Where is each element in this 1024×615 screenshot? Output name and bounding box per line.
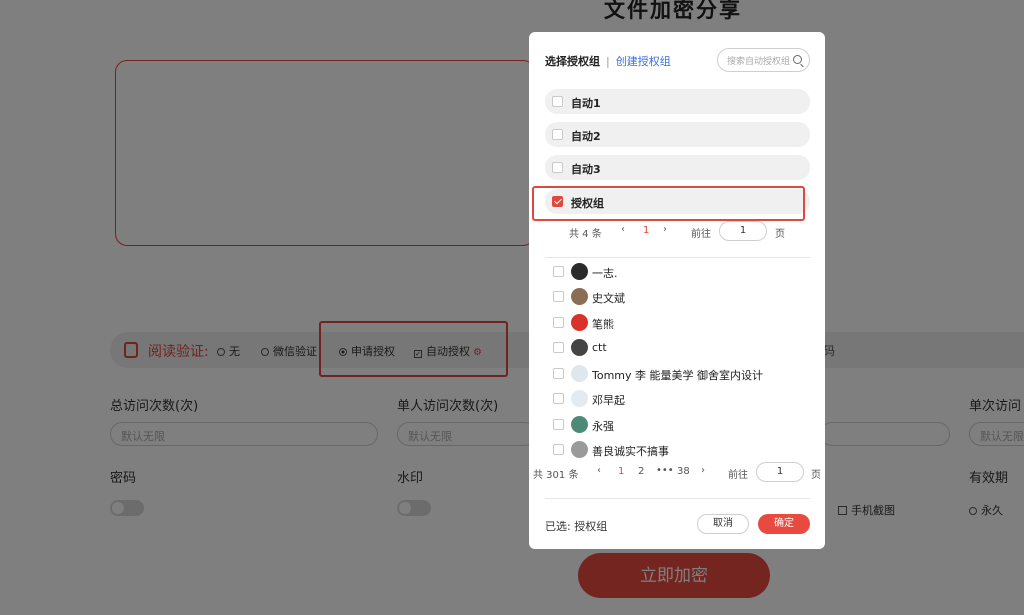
selected-summary: 已选: 授权组 — [545, 520, 608, 533]
user-pager-page-1[interactable]: 1 — [618, 466, 624, 477]
user-item[interactable]: 邓早起 — [553, 389, 813, 409]
confirm-button[interactable]: 确定 — [758, 514, 810, 534]
user-pager-ellipsis[interactable]: ••• — [656, 465, 674, 476]
user-pager-input[interactable]: 1 — [756, 462, 804, 482]
avatar — [571, 339, 588, 356]
avatar — [571, 288, 588, 305]
create-group-link[interactable]: 创建授权组 — [616, 55, 671, 68]
group-pager-next[interactable]: › — [663, 224, 667, 235]
user-pager-total: 共 301 条 — [533, 470, 579, 481]
group-pager-page[interactable]: 1 — [643, 225, 649, 236]
user-item[interactable]: 笔熊 — [553, 313, 813, 333]
group-item-auto3[interactable]: 自动3 — [545, 155, 810, 180]
avatar — [571, 365, 588, 382]
group-search-input[interactable]: 搜索自动授权组 — [717, 48, 810, 72]
divider — [545, 498, 810, 499]
checkbox-icon[interactable] — [553, 291, 564, 302]
user-name: 善良诚实不搞事 — [592, 445, 669, 458]
user-name: ctt — [592, 341, 607, 354]
group-pager-unit: 页 — [775, 229, 785, 240]
group-label: 自动3 — [571, 163, 601, 176]
checkbox-icon[interactable] — [553, 368, 564, 379]
user-name: 一志. — [592, 267, 618, 280]
search-icon[interactable] — [793, 55, 802, 64]
checkbox-icon[interactable] — [553, 444, 564, 455]
user-pager-next[interactable]: › — [701, 465, 705, 476]
user-item[interactable]: 永强 — [553, 415, 813, 435]
user-item[interactable]: 一志. — [553, 262, 813, 282]
divider — [545, 257, 810, 258]
group-pager-prev[interactable]: ‹ — [621, 224, 625, 235]
avatar — [571, 314, 588, 331]
user-item[interactable]: Tommy 李 能量美学 御舍室内设计 — [553, 364, 813, 384]
group-label: 自动1 — [571, 97, 601, 110]
modal-header: 选择授权组 | 创建授权组 — [545, 53, 671, 69]
checkbox-icon[interactable] — [553, 419, 564, 430]
user-pager-prev[interactable]: ‹ — [597, 465, 601, 476]
user-item[interactable]: 善良诚实不搞事 — [553, 440, 813, 460]
user-name: Tommy 李 能量美学 御舍室内设计 — [592, 369, 764, 382]
modal-title: 选择授权组 — [545, 55, 600, 68]
checkbox-icon[interactable] — [552, 162, 563, 173]
user-name: 史文斌 — [592, 292, 625, 305]
header-divider: | — [606, 55, 610, 68]
user-name: 永强 — [592, 420, 614, 433]
user-pager-page-2[interactable]: 2 — [638, 466, 644, 477]
cancel-button[interactable]: 取消 — [697, 514, 749, 534]
group-label: 自动2 — [571, 130, 601, 143]
user-item[interactable]: ctt — [553, 338, 813, 358]
group-pager-input[interactable]: 1 — [719, 221, 767, 241]
avatar — [571, 416, 588, 433]
checkbox-icon[interactable] — [553, 342, 564, 353]
modal-overlay[interactable] — [0, 0, 1024, 615]
user-pager-goto: 前往 — [728, 470, 748, 481]
checkbox-icon[interactable] — [553, 266, 564, 277]
checkbox-icon[interactable] — [552, 129, 563, 140]
user-pager-page-38[interactable]: 38 — [677, 466, 690, 477]
checkbox-icon[interactable] — [552, 96, 563, 107]
user-item[interactable]: 史文斌 — [553, 287, 813, 307]
avatar — [571, 263, 588, 280]
checkbox-icon[interactable] — [553, 317, 564, 328]
user-pager-unit: 页 — [811, 470, 821, 481]
group-pager-goto: 前往 — [691, 229, 711, 240]
auth-group-modal: 选择授权组 | 创建授权组 搜索自动授权组 自动1 自动2 自动3 授权组 共 4 … — [529, 32, 825, 549]
checkbox-icon[interactable] — [553, 393, 564, 404]
user-name: 邓早起 — [592, 394, 625, 407]
group-item-auto2[interactable]: 自动2 — [545, 122, 810, 147]
highlight-selected-group — [532, 186, 805, 221]
group-pager-total: 共 4 条 — [569, 229, 602, 240]
avatar — [571, 441, 588, 458]
search-placeholder: 搜索自动授权组 — [727, 57, 791, 67]
avatar — [571, 390, 588, 407]
group-item-auto1[interactable]: 自动1 — [545, 89, 810, 114]
user-name: 笔熊 — [592, 318, 614, 331]
